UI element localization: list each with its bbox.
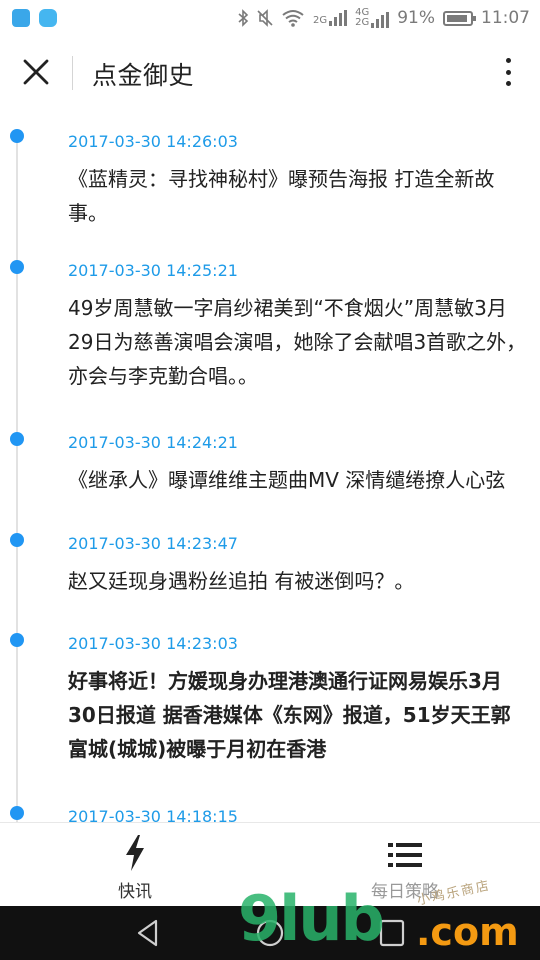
wifi-icon xyxy=(282,10,304,27)
status-bar: 2G 4G 2G 91% 11:07 xyxy=(0,0,540,36)
signal-icon xyxy=(329,10,348,26)
timeline-dot xyxy=(10,806,24,820)
bottom-tab-bar: 快讯 每日策略 xyxy=(0,822,540,907)
more-vertical-icon-dot xyxy=(505,81,511,86)
system-navigation-bar xyxy=(0,906,540,960)
network-type-label-2g: 2G xyxy=(355,17,370,28)
item-timestamp: 2017-03-30 14:24:21 xyxy=(68,433,238,452)
header-divider xyxy=(72,56,73,90)
gallery-notification-icon xyxy=(12,9,30,27)
tab-daily-strategy-label: 每日策略 xyxy=(371,882,439,902)
signal-icon-secondary xyxy=(371,12,390,28)
page-title: 点金御史 xyxy=(92,61,195,90)
list-icon xyxy=(388,843,422,867)
item-headline: 赵又廷现身遇粉丝追拍 有被迷倒吗？。 xyxy=(68,569,415,593)
battery-percent: 91% xyxy=(397,8,435,28)
battery-icon xyxy=(443,10,476,26)
app-header: 点金御史 xyxy=(0,36,540,110)
network-type-label: 2G xyxy=(312,15,328,26)
item-timestamp: 2017-03-30 14:23:47 xyxy=(68,534,238,553)
item-headline: 《蓝精灵：寻找神秘村》曝预告海报 打造全新故事。 xyxy=(68,167,495,225)
item-timestamp: 2017-03-30 14:26:03 xyxy=(68,132,238,151)
back-icon[interactable] xyxy=(134,918,164,948)
tab-flash-news-label: 快讯 xyxy=(118,882,152,902)
timeline-dot xyxy=(10,533,24,547)
more-options-button[interactable] xyxy=(498,54,518,90)
status-right: 2G 4G 2G 91% 11:07 xyxy=(237,8,530,28)
message-notification-icon xyxy=(39,9,57,27)
timeline-dot xyxy=(10,260,24,274)
item-timestamp: 2017-03-30 14:25:21 xyxy=(68,261,238,280)
close-button[interactable] xyxy=(18,54,54,90)
app-screen: 2G 4G 2G 91% 11:07 点金御史 2017-03-30 14:26… xyxy=(0,0,540,960)
lightning-icon xyxy=(126,835,144,871)
home-icon[interactable] xyxy=(255,918,285,948)
timeline-dot xyxy=(10,432,24,446)
notification-icons xyxy=(12,9,57,27)
item-headline: 49岁周慧敏一字肩纱裙美到“不食烟火”周慧敏3月29日为慈善演唱会演唱，她除了会… xyxy=(68,296,527,388)
item-headline: 《继承人》曝谭维维主题曲MV 深情缱绻撩人心弦 xyxy=(68,468,506,492)
tab-daily-strategy[interactable]: 每日策略 xyxy=(270,823,540,907)
mute-icon xyxy=(257,9,273,27)
item-timestamp: 2017-03-30 14:18:15 xyxy=(68,807,238,822)
timeline-line xyxy=(16,136,18,822)
more-vertical-icon-dot xyxy=(505,58,511,63)
news-timeline[interactable]: 2017-03-30 14:26:03 《蓝精灵：寻找神秘村》曝预告海报 打造全… xyxy=(0,110,540,822)
item-headline: 好事将近！方媛现身办理港澳通行证网易娱乐3月30日报道 据香港媒体《东网》报道，… xyxy=(68,669,511,761)
timeline-dot xyxy=(10,129,24,143)
timeline-dot xyxy=(10,633,24,647)
recent-apps-icon[interactable] xyxy=(378,918,406,948)
clock: 11:07 xyxy=(481,8,530,28)
tab-flash-news[interactable]: 快讯 xyxy=(0,823,270,907)
more-vertical-icon-dot xyxy=(505,69,511,75)
item-timestamp: 2017-03-30 14:23:03 xyxy=(68,634,238,653)
bluetooth-icon xyxy=(238,9,249,27)
close-icon xyxy=(23,59,49,85)
